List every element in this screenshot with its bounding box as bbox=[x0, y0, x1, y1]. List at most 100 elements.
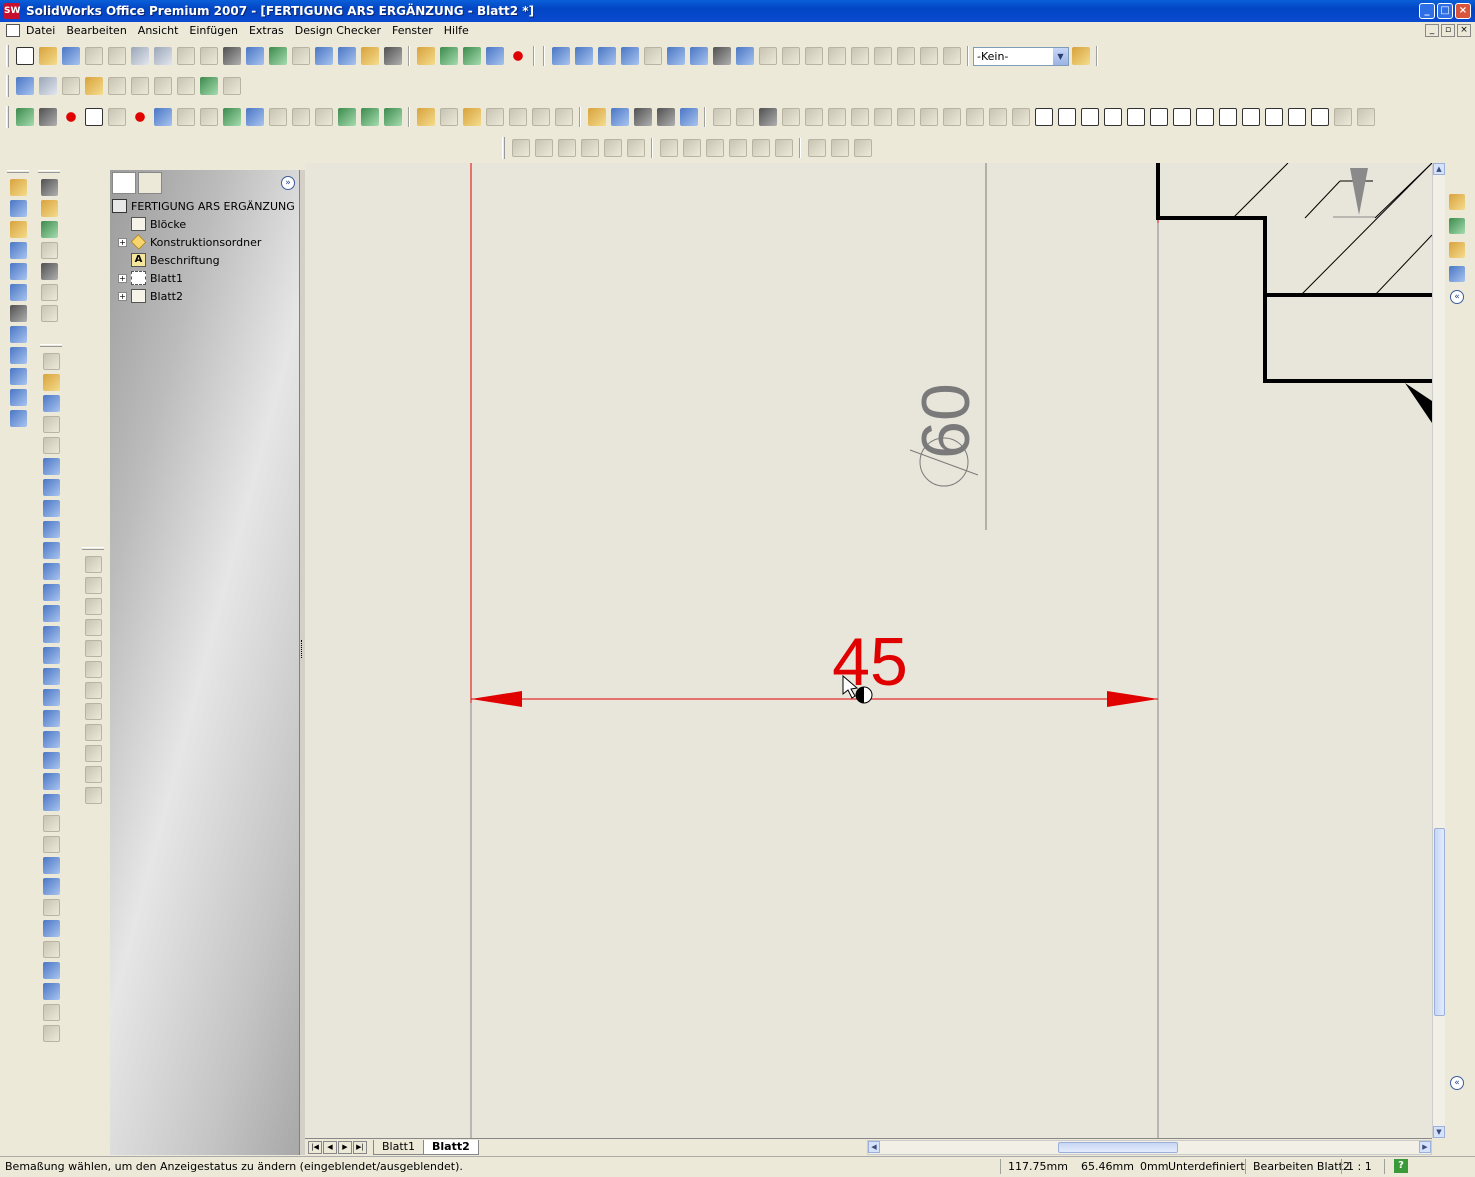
revision-table-icon[interactable] bbox=[40, 242, 58, 259]
line-style-icon[interactable] bbox=[656, 108, 675, 126]
section-properties-icon[interactable] bbox=[84, 77, 103, 95]
geometry-analysis-icon[interactable] bbox=[130, 77, 149, 95]
rotate-view-icon[interactable] bbox=[666, 47, 685, 65]
feature-5-icon[interactable] bbox=[84, 640, 102, 657]
feature-12-icon[interactable] bbox=[84, 787, 102, 804]
circle-tool-icon[interactable] bbox=[42, 542, 60, 559]
annotation-1-icon[interactable] bbox=[712, 108, 731, 126]
section-view-draw-icon[interactable] bbox=[485, 108, 504, 126]
minimize-button[interactable]: _ bbox=[1419, 3, 1435, 19]
sketch-chamfer-icon[interactable] bbox=[42, 437, 60, 454]
line-tool-icon[interactable] bbox=[42, 479, 60, 496]
menu-ansicht[interactable]: Ansicht bbox=[138, 24, 179, 37]
tree-item-konstruktionsordner[interactable]: + Konstruktionsordner bbox=[112, 233, 295, 251]
polygon-tool-icon[interactable] bbox=[42, 521, 60, 538]
feature-11-icon[interactable] bbox=[84, 766, 102, 783]
datum-feature-icon[interactable] bbox=[42, 857, 60, 874]
new-macro-icon[interactable] bbox=[84, 108, 103, 126]
next-sheet-icon[interactable]: ▶ bbox=[338, 1141, 352, 1154]
vertical-scroll-thumb[interactable] bbox=[1434, 828, 1445, 1016]
sw-tool-2-icon[interactable] bbox=[1057, 108, 1076, 126]
view-orientation-icon[interactable] bbox=[712, 47, 731, 65]
area-hatch-icon[interactable] bbox=[42, 815, 60, 832]
diameter-dimension[interactable]: 60 bbox=[908, 383, 984, 459]
view-tool-11-icon[interactable] bbox=[9, 389, 27, 406]
broken-view-icon[interactable] bbox=[554, 108, 573, 126]
expand-pane-icon[interactable]: « bbox=[1450, 1076, 1464, 1090]
relation-5-icon[interactable] bbox=[751, 139, 770, 157]
doc-minimize-button[interactable]: _ bbox=[1425, 24, 1439, 37]
relation-1-icon[interactable] bbox=[659, 139, 678, 157]
sw-tool-10-icon[interactable] bbox=[1241, 108, 1260, 126]
add-in-icon[interactable] bbox=[176, 108, 195, 126]
collapse-pane-icon[interactable]: « bbox=[1450, 290, 1464, 304]
expand-panel-icon[interactable]: » bbox=[281, 176, 295, 190]
select-icon[interactable] bbox=[222, 47, 241, 65]
view-tool-7-icon[interactable] bbox=[9, 305, 27, 322]
bom-icon[interactable] bbox=[40, 200, 58, 217]
weldment-table-icon[interactable] bbox=[40, 263, 58, 280]
sw-tool-5-icon[interactable] bbox=[1126, 108, 1145, 126]
view-palette-icon[interactable] bbox=[1449, 266, 1465, 282]
dimension-tools-icon[interactable] bbox=[42, 374, 60, 391]
balloon-icon[interactable] bbox=[42, 962, 60, 979]
edit-macro-icon[interactable] bbox=[107, 108, 126, 126]
home-icon[interactable] bbox=[1449, 194, 1465, 210]
sw-tool-4-icon[interactable] bbox=[1103, 108, 1122, 126]
menu-einfuegen[interactable]: Einfügen bbox=[189, 24, 238, 37]
view-tool-1-icon[interactable] bbox=[9, 179, 27, 196]
tangent-arc-icon[interactable] bbox=[42, 605, 60, 622]
bottom-view-icon[interactable] bbox=[873, 47, 892, 65]
quick-tips-icon[interactable]: ? bbox=[1394, 1159, 1408, 1173]
save-icon[interactable] bbox=[61, 47, 80, 65]
menu-design-checker[interactable]: Design Checker bbox=[295, 24, 381, 37]
layer-dropdown[interactable]: -Kein- ▼ bbox=[973, 46, 1069, 66]
statistics-icon[interactable] bbox=[176, 77, 195, 95]
sketch-point-icon[interactable] bbox=[511, 139, 530, 157]
feature-2-icon[interactable] bbox=[84, 577, 102, 594]
sw-tool-14-icon[interactable] bbox=[1333, 108, 1352, 126]
view-tool-4-icon[interactable] bbox=[9, 242, 27, 259]
sketch-circle-icon[interactable] bbox=[534, 139, 553, 157]
sw-tool-7-icon[interactable] bbox=[1172, 108, 1191, 126]
model-view-icon[interactable] bbox=[416, 108, 435, 126]
relation-9-icon[interactable] bbox=[853, 139, 872, 157]
zoom-previous-icon[interactable] bbox=[643, 47, 662, 65]
sketch-trim-icon[interactable] bbox=[603, 139, 622, 157]
select-filter-icon[interactable] bbox=[245, 47, 264, 65]
expand-plus-icon[interactable]: + bbox=[118, 273, 127, 283]
annotation-14-icon[interactable] bbox=[1011, 108, 1030, 126]
annotation-2-icon[interactable] bbox=[735, 108, 754, 126]
feature-6-icon[interactable] bbox=[84, 661, 102, 678]
isometric-view-icon[interactable] bbox=[896, 47, 915, 65]
sketch-fillet-icon[interactable] bbox=[42, 416, 60, 433]
new-document-icon[interactable] bbox=[15, 47, 34, 65]
feature-works-icon[interactable] bbox=[268, 108, 287, 126]
pan-icon[interactable] bbox=[689, 47, 708, 65]
scroll-right-icon[interactable]: ▶ bbox=[1419, 1141, 1431, 1153]
section-view-icon[interactable] bbox=[919, 47, 938, 65]
options-icon[interactable] bbox=[337, 47, 356, 65]
annotation-10-icon[interactable] bbox=[919, 108, 938, 126]
center-mark-icon[interactable] bbox=[42, 899, 60, 916]
file-explorer-icon[interactable] bbox=[1449, 242, 1465, 258]
deviation-analysis-icon[interactable] bbox=[222, 77, 241, 95]
zoom-area-icon[interactable] bbox=[574, 47, 593, 65]
document-menu-icon[interactable] bbox=[6, 24, 20, 37]
text-tools-icon[interactable] bbox=[42, 395, 60, 412]
display-style-icon[interactable] bbox=[735, 47, 754, 65]
cosmetic-thread-icon[interactable] bbox=[42, 1025, 60, 1042]
perimeter-circle-icon[interactable] bbox=[42, 563, 60, 580]
sketch-angle-icon[interactable] bbox=[626, 139, 645, 157]
play-macro-icon[interactable] bbox=[15, 108, 34, 126]
annotation-13-icon[interactable] bbox=[988, 108, 1007, 126]
point-icon[interactable] bbox=[462, 47, 481, 65]
view-tool-8-icon[interactable] bbox=[9, 326, 27, 343]
zoom-selection-icon[interactable] bbox=[620, 47, 639, 65]
sketch-tools-icon[interactable] bbox=[42, 353, 60, 370]
tab-blatt2[interactable]: Blatt2 bbox=[423, 1140, 479, 1155]
menu-bearbeiten[interactable]: Bearbeiten bbox=[66, 24, 126, 37]
doc-close-button[interactable]: × bbox=[1457, 24, 1471, 37]
design-library-pane-icon[interactable] bbox=[1449, 218, 1465, 234]
spelling-check-icon[interactable] bbox=[15, 77, 34, 95]
